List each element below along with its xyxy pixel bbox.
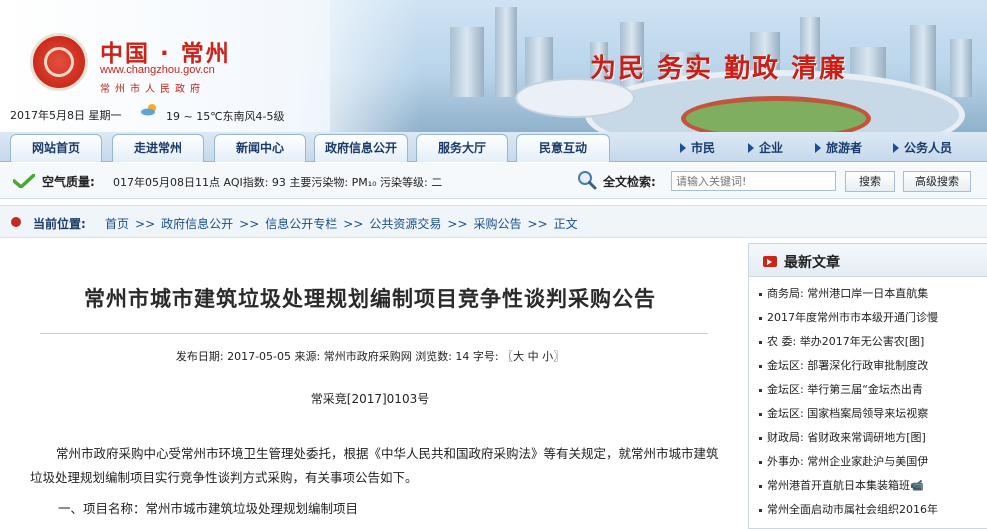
list-item[interactable]: 金坛区: 部署深化行政审批制度改 — [749, 354, 987, 378]
site-url: www.changzhou.gov.cn — [100, 64, 215, 76]
list-item[interactable]: 外事办: 常州企业家赴沪与美国伊 — [749, 450, 987, 474]
breadcrumb: 当前位置: 首页 >> 政府信息公开 >> 信息公开专栏 >> 公共资源交易 >> 采购公告 >>… — [0, 205, 987, 238]
panel-header: 最新文章 — [749, 244, 987, 277]
breadcrumb-label: 当前位置: — [33, 217, 86, 231]
location-dot-icon — [11, 217, 21, 227]
check-leaf-icon — [13, 174, 35, 188]
latest-articles-panel: 最新文章 商务局: 常州港口岸一日本直航集 2017年度常州市市本级开通门诊慢 … — [748, 243, 987, 529]
search-button[interactable]: 搜索 — [845, 171, 895, 192]
list-item[interactable]: 商务局: 常州港口岸一日本直航集 — [749, 282, 987, 306]
info-search-bar: 空气质量: 017年05月08日11点 AQI指数: 93 主要污染物: PM₁… — [0, 163, 987, 199]
arrow-right-icon — [815, 143, 821, 153]
divider — [40, 333, 708, 334]
double-chevron-icon: >> — [527, 217, 548, 231]
article-title: 常州市城市建筑垃圾处理规划编制项目竞争性谈判采购公告 — [84, 287, 656, 311]
double-chevron-icon: >> — [447, 217, 468, 231]
cloud-sun-icon — [141, 104, 156, 116]
advanced-search-button[interactable]: 高级搜索 — [903, 171, 971, 192]
breadcrumb-item-procurement[interactable]: 采购公告 — [474, 217, 522, 231]
news-list: 商务局: 常州港口岸一日本直航集 2017年度常州市市本级开通门诊慢 农 委: … — [749, 282, 987, 522]
double-chevron-icon: >> — [343, 217, 364, 231]
slogan: 为民 务实 勤政 清廉 — [590, 54, 848, 84]
list-item[interactable]: 金坛区: 国家档案局领导来坛视察 — [749, 402, 987, 426]
tab-gov-info[interactable]: 政府信息公开 — [314, 134, 408, 162]
list-item[interactable]: 农 委: 举办2017年无公害农[图] — [749, 330, 987, 354]
air-quality-text: 017年05月08日11点 AQI指数: 93 主要污染物: PM₁₀ 污染等级… — [113, 176, 443, 189]
current-date: 2017年5月8日 星期一 — [10, 109, 122, 122]
weather-text: 19 ~ 15℃东南风4-5级 — [166, 110, 285, 123]
search-input[interactable] — [671, 171, 836, 191]
air-quality-label: 空气质量: — [42, 175, 95, 189]
link-tourist[interactable]: 旅游者 — [815, 139, 862, 156]
double-chevron-icon: >> — [239, 217, 260, 231]
main-nav: 网站首页 走进常州 新闻中心 政府信息公开 服务大厅 民意互动 市民 企业 旅游… — [0, 132, 987, 162]
list-item[interactable]: 金坛区: 举行第三届“金坛杰出青 — [749, 378, 987, 402]
site-header: 中国 · 常州 www.changzhou.gov.cn 常州市人民政府 为民 … — [0, 0, 987, 132]
breadcrumb-item-current: 正文 — [553, 217, 578, 231]
breadcrumb-item-public-resource[interactable]: 公共资源交易 — [369, 217, 441, 231]
breadcrumb-item-gov-info[interactable]: 政府信息公开 — [161, 217, 233, 231]
city-emblem-logo[interactable] — [30, 33, 88, 91]
tab-about-city[interactable]: 走进常州 — [112, 134, 204, 162]
panel-title: 最新文章 — [784, 255, 840, 271]
breadcrumb-item-info-column[interactable]: 信息公开专栏 — [265, 217, 337, 231]
breadcrumb-item-home[interactable]: 首页 — [105, 217, 129, 231]
link-civil-servant[interactable]: 公务人员 — [893, 139, 952, 156]
breadcrumb-list: 首页 >> 政府信息公开 >> 信息公开专栏 >> 公共资源交易 >> 采购公告 >> 正文 — [105, 215, 578, 232]
site-name[interactable]: 中国 · 常州 — [100, 34, 231, 68]
link-citizen[interactable]: 市民 — [680, 139, 715, 156]
tab-home[interactable]: 网站首页 — [10, 134, 102, 162]
arrow-right-icon — [680, 143, 686, 153]
search-label: 全文检索: — [603, 175, 656, 189]
double-chevron-icon: >> — [135, 217, 156, 231]
arrow-right-icon — [893, 143, 899, 153]
link-enterprise[interactable]: 企业 — [748, 139, 783, 156]
document-number: 常采竞[2017]0103号 — [310, 392, 430, 406]
list-item[interactable]: 2017年度常州市市本级开通门诊慢 — [749, 306, 987, 330]
tab-public-opinion[interactable]: 民意互动 — [516, 134, 610, 162]
article-item: 一、项目名称：常州市城市建筑垃圾处理规划编制项目 — [58, 501, 359, 516]
article-paragraph: 常州市政府采购中心受常州市环境卫生管理处委托，根据《中华人民共和国政府采购法》等… — [30, 446, 719, 485]
page: 中国 · 常州 www.changzhou.gov.cn 常州市人民政府 为民 … — [0, 0, 987, 529]
tab-service-hall[interactable]: 服务大厅 — [416, 134, 508, 162]
play-icon — [763, 256, 777, 267]
tab-news-center[interactable]: 新闻中心 — [214, 134, 306, 162]
list-item[interactable]: 财政局: 省财政来常调研地方[图] — [749, 426, 987, 450]
list-item[interactable]: 常州港首开直航日本集装箱班📹 — [749, 474, 987, 498]
search-icon — [578, 171, 597, 190]
article: 常州市城市建筑垃圾处理规划编制项目竞争性谈判采购公告 发布日期: 2017-05… — [0, 245, 740, 529]
arrow-right-icon — [748, 143, 754, 153]
site-government-name: 常州市人民政府 — [100, 84, 205, 95]
article-meta: 发布日期: 2017-05-05 来源: 常州市政府采购网 浏览数: 14 字号… — [175, 350, 565, 363]
list-item[interactable]: 常州全面启动市属社会组织2016年 — [749, 498, 987, 522]
